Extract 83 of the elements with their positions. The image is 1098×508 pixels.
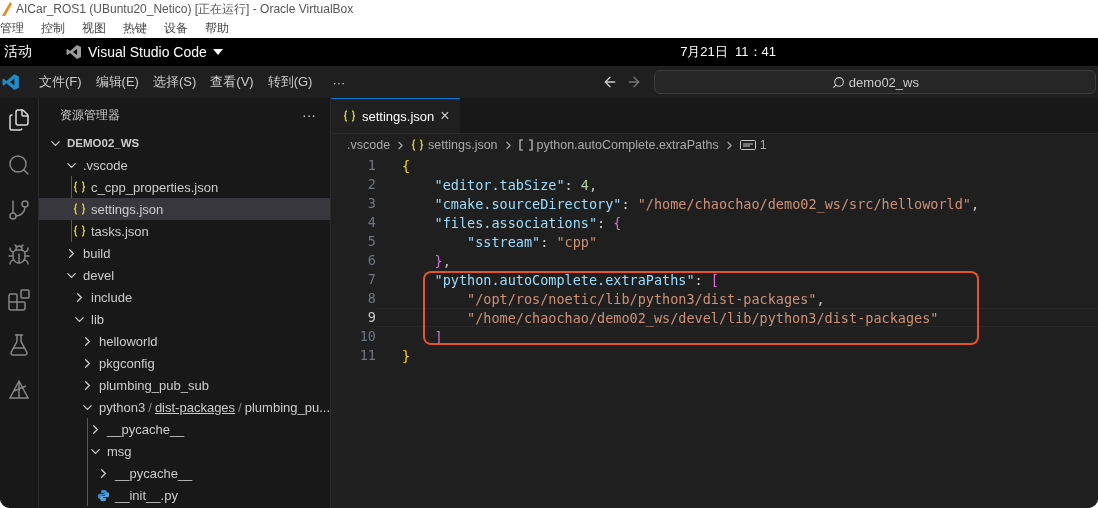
breadcrumb-item[interactable]: python.autoComplete.extraPaths bbox=[536, 138, 719, 152]
braces-icon bbox=[411, 139, 425, 151]
line-number: 9 bbox=[366, 308, 376, 327]
triangle-icon[interactable] bbox=[7, 378, 31, 402]
logo-icon bbox=[0, 2, 12, 16]
menu-item[interactable]: 视图 bbox=[82, 19, 106, 37]
tree-item[interactable]: pkgconfig bbox=[39, 352, 330, 374]
braces-icon bbox=[72, 181, 86, 193]
tree-item[interactable]: include bbox=[39, 286, 330, 308]
python-icon bbox=[96, 488, 110, 502]
branch-icon[interactable] bbox=[7, 198, 31, 222]
array-icon bbox=[518, 139, 533, 151]
line-number: 8 bbox=[366, 289, 376, 308]
menu-item[interactable]: 转到(G) bbox=[260, 70, 320, 94]
tree-item[interactable]: settings.json bbox=[39, 198, 330, 220]
search-icon[interactable] bbox=[7, 153, 31, 177]
tree-item[interactable]: plumbing_pub_sub bbox=[39, 374, 330, 396]
search-field[interactable]: demo02_ws bbox=[654, 70, 1097, 94]
code-line: "/opt/ros/noetic/lib/python3/dist-packages", bbox=[376, 289, 1098, 308]
app-icon bbox=[66, 44, 82, 60]
menu-item[interactable]: 设备 bbox=[164, 19, 188, 37]
menu-item[interactable]: 文件(F) bbox=[32, 70, 89, 94]
menu-item[interactable]: 帮助 bbox=[205, 19, 229, 37]
activities-button[interactable]: 活动 bbox=[4, 43, 32, 61]
line-number: 6 bbox=[366, 251, 376, 270]
editor-tab[interactable]: settings.json × bbox=[331, 98, 460, 133]
tree-item[interactable]: DEMO02_WS bbox=[39, 132, 330, 154]
flask-icon[interactable] bbox=[7, 333, 31, 357]
tree-item[interactable]: __pycache__ bbox=[39, 462, 330, 484]
tree-item[interactable]: helloworld bbox=[39, 330, 330, 352]
menu-item[interactable]: 管理 bbox=[0, 19, 24, 37]
braces-icon bbox=[343, 110, 356, 122]
line-number: 1 bbox=[366, 156, 376, 175]
code-line: "cmake.sourceDirectory": "/home/chaochao/demo02_ws/src/helloworld", bbox=[376, 194, 1098, 213]
breadcrumb-item[interactable]: 1 bbox=[759, 138, 767, 152]
panel-title: 资源管理器 bbox=[60, 106, 120, 124]
code-line: }, bbox=[376, 251, 1098, 270]
braces-icon bbox=[72, 203, 86, 215]
menu-item[interactable]: 控制 bbox=[41, 19, 65, 37]
tree-item[interactable]: tasks.json bbox=[39, 220, 330, 242]
line-number: 5 bbox=[366, 232, 376, 251]
tree-item[interactable]: python3 / dist-packages / plumbing_pu... bbox=[39, 396, 330, 418]
menu-item[interactable]: 查看(V) bbox=[203, 70, 261, 94]
breadcrumb-item[interactable]: .vscode bbox=[347, 138, 391, 152]
line-number: 4 bbox=[366, 213, 376, 232]
tree-item[interactable]: __pycache__ bbox=[39, 418, 330, 440]
app-menu[interactable]: Visual Studio Code bbox=[66, 44, 223, 60]
clock[interactable]: 7月21日 11：41 bbox=[680, 43, 776, 61]
files-icon[interactable] bbox=[7, 108, 31, 132]
tree-item[interactable]: .vscode bbox=[39, 154, 330, 176]
tree-item[interactable]: msg bbox=[39, 440, 330, 462]
menu-item[interactable]: 选择(S) bbox=[145, 70, 204, 94]
tree-item[interactable]: build bbox=[39, 242, 330, 264]
code-line: "/home/chaochao/demo02_ws/devel/lib/python3/dist-packages" bbox=[376, 308, 1098, 327]
braces-icon bbox=[72, 225, 86, 237]
code-line: } bbox=[401, 347, 412, 365]
tree-item[interactable]: devel bbox=[39, 264, 330, 286]
close-button[interactable]: × bbox=[440, 107, 450, 125]
menu-item[interactable]: 编辑(E) bbox=[88, 70, 146, 94]
more-button[interactable]: ··· bbox=[325, 71, 353, 93]
code-line: "python.autoComplete.extraPaths": [ bbox=[376, 270, 1098, 289]
line-number: 2 bbox=[366, 175, 376, 194]
app-logo-icon bbox=[2, 73, 20, 91]
tree-item[interactable]: __init__.py bbox=[39, 484, 330, 506]
code-line: "files.associations": { bbox=[376, 213, 1098, 232]
bug-icon[interactable] bbox=[7, 243, 31, 267]
tree-item[interactable]: c_cpp_properties.json bbox=[39, 176, 330, 198]
breadcrumb-item[interactable]: settings.json bbox=[428, 138, 498, 152]
line-number: 3 bbox=[366, 194, 376, 213]
code-line: { bbox=[401, 157, 412, 175]
more-button[interactable]: ··· bbox=[302, 107, 316, 123]
line-number: 7 bbox=[366, 270, 376, 289]
string-icon bbox=[739, 139, 756, 151]
caret-icon bbox=[212, 49, 223, 55]
search-icon bbox=[831, 75, 845, 89]
tree-item[interactable]: lib bbox=[39, 308, 330, 330]
blocks-icon[interactable] bbox=[7, 288, 31, 312]
code-line: "sstream": "cpp" bbox=[376, 232, 1098, 251]
line-number: 11 bbox=[358, 346, 376, 365]
line-number: 10 bbox=[358, 327, 376, 346]
code-line: "editor.tabSize": 4, bbox=[376, 175, 1098, 194]
menu-item[interactable]: 热键 bbox=[123, 19, 147, 37]
window-title: AICar_ROS1 (UBuntu20_Netico) [正在运行] - Oracle VirtualBox bbox=[16, 0, 354, 18]
